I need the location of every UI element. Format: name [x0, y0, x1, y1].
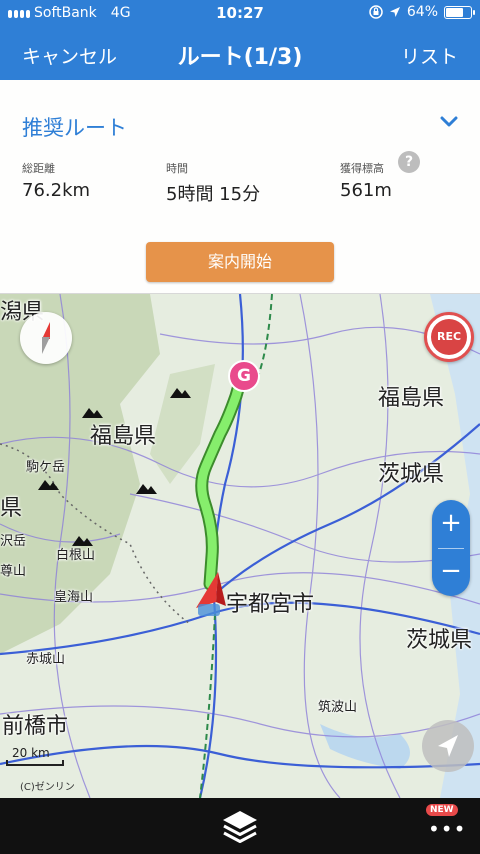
map-label-shiranesan: 白根山 — [56, 548, 96, 563]
scale-line — [6, 760, 64, 766]
record-label: REC — [431, 319, 467, 355]
zoom-in-button[interactable]: + — [432, 500, 470, 548]
map-label-koushasan: 皇海山 — [54, 590, 94, 605]
map-label-ibaraki-2: 茨城県 — [406, 628, 473, 653]
layers-icon[interactable] — [220, 808, 260, 844]
zoom-out-button[interactable]: − — [432, 548, 470, 596]
battery-percent: 64% — [406, 4, 438, 20]
location-arrow-icon — [389, 7, 400, 17]
distance-value: 76.2km — [22, 180, 91, 201]
battery-icon — [444, 5, 475, 19]
map-label-sawadake: 沢岳 — [0, 534, 27, 549]
elevation-stat: 獲得標高 561m — [340, 160, 392, 201]
compass-icon — [42, 322, 50, 354]
status-bar: SoftBank 4G 10:27 64% — [0, 0, 480, 26]
status-right: 64% — [369, 4, 475, 20]
time-value: 5時間 15分 — [166, 184, 261, 205]
goal-marker[interactable]: G — [228, 360, 260, 392]
map-label-prefecture-west: 県 — [0, 496, 23, 521]
nav-bar: キャンセル ルート(1/3) リスト — [0, 26, 480, 80]
help-icon[interactable]: ? — [398, 151, 420, 173]
map-label-maebashi: 前橋市 — [2, 714, 69, 739]
bottom-bar: NEW ••• — [0, 798, 480, 854]
battery-fill — [446, 7, 463, 17]
map-view[interactable]: 潟県 福島県 福島県 茨城県 茨城県 県 宇都宮市 前橋市 駒ケ岳 白根山 皇海… — [0, 294, 480, 798]
zoom-control: + − — [432, 500, 470, 596]
orientation-lock-icon — [369, 5, 383, 19]
map-label-fukushima-east: 福島県 — [378, 386, 445, 411]
map-label-utsunomiya: 宇都宮市 — [226, 592, 315, 617]
route-name[interactable]: 推奨ルート — [22, 112, 127, 142]
scale-label: 20 km — [12, 746, 50, 760]
record-button[interactable]: REC — [424, 312, 474, 362]
map-label-akagisan: 赤城山 — [26, 652, 66, 667]
distance-label: 総距離 — [22, 162, 55, 175]
map-label-fukushima-west: 福島県 — [90, 424, 157, 449]
route-panel: 推奨ルート 総距離 76.2km 時間 5時間 15分 獲得標高 561m ? … — [0, 80, 480, 294]
more-dots-icon: ••• — [428, 817, 467, 841]
map-copyright: (C)ゼンリン — [20, 782, 75, 793]
map-label-tsukubasan: 筑波山 — [318, 700, 358, 715]
more-button[interactable]: NEW ••• — [420, 804, 470, 844]
list-button[interactable]: リスト — [401, 42, 458, 69]
compass-button[interactable] — [20, 312, 72, 364]
map-label-komagatake: 駒ケ岳 — [26, 460, 66, 475]
chevron-down-icon[interactable] — [440, 116, 458, 128]
elevation-value: 561m — [340, 180, 392, 201]
new-badge: NEW — [426, 804, 458, 816]
map-label-ibaraki-1: 茨城県 — [378, 462, 445, 487]
time-label: 時間 — [166, 162, 188, 175]
scale-bar: 20 km — [6, 746, 64, 766]
map-label-takasan: 尊山 — [0, 564, 27, 579]
distance-stat: 総距離 76.2km — [22, 160, 90, 201]
navigation-arrow-icon — [438, 735, 458, 757]
locate-button[interactable] — [422, 720, 474, 772]
time-stat: 時間 5時間 15分 — [166, 160, 260, 206]
start-navigation-button[interactable]: 案内開始 — [146, 242, 334, 282]
elevation-label: 獲得標高 — [340, 162, 384, 175]
